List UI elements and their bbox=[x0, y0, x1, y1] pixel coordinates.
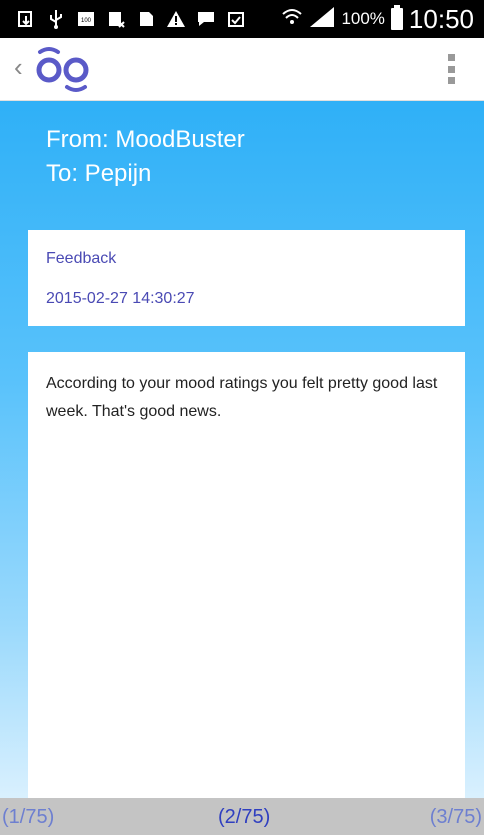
message-from: From: MoodBuster bbox=[46, 126, 245, 153]
message-to: To: Pepijn bbox=[46, 160, 152, 187]
sim-icon bbox=[106, 9, 126, 29]
clipboard-check-icon bbox=[226, 9, 246, 29]
status-bar: 100 100% 10:50 bbox=[0, 0, 484, 38]
wifi-icon bbox=[281, 7, 303, 32]
chat-icon bbox=[196, 9, 216, 29]
message-addresses: From: MoodBuster To: Pepijn bbox=[46, 123, 245, 191]
notification-icons: 100 bbox=[16, 7, 246, 31]
message-date: 2015-02-27 14:30:27 bbox=[46, 290, 195, 307]
message-header-card: Feedback 2015-02-27 14:30:27 bbox=[28, 230, 465, 326]
overflow-menu-icon[interactable] bbox=[446, 54, 456, 84]
message-body-card: According to your mood ratings you felt … bbox=[28, 352, 465, 798]
warning-icon bbox=[166, 9, 186, 29]
message-pager: (1/75) (2/75) (3/75) bbox=[0, 798, 484, 835]
clock: 10:50 bbox=[408, 3, 474, 34]
app-bar: ‹ bbox=[0, 38, 484, 101]
message-view: From: MoodBuster To: Pepijn Feedback 201… bbox=[0, 101, 484, 798]
back-icon[interactable]: ‹ bbox=[14, 52, 30, 82]
battery-percent: 100% bbox=[341, 9, 385, 28]
battery-icon bbox=[390, 5, 403, 30]
current-message-indicator: (2/75) bbox=[218, 806, 271, 828]
message-body: According to your mood ratings you felt … bbox=[46, 375, 438, 420]
previous-message-link[interactable]: (1/75) bbox=[2, 806, 54, 829]
status-right: 100% 10:50 bbox=[281, 3, 474, 35]
download-icon bbox=[16, 9, 36, 29]
signal-icon bbox=[309, 6, 335, 33]
battery-100-icon: 100 bbox=[76, 9, 96, 29]
next-message-link[interactable]: (3/75) bbox=[430, 806, 482, 829]
message-subject: Feedback bbox=[46, 250, 117, 267]
app-logo-icon[interactable] bbox=[30, 44, 102, 94]
svg-text:100: 100 bbox=[81, 18, 92, 24]
usb-icon bbox=[46, 9, 66, 29]
sd-card-icon bbox=[136, 9, 156, 29]
